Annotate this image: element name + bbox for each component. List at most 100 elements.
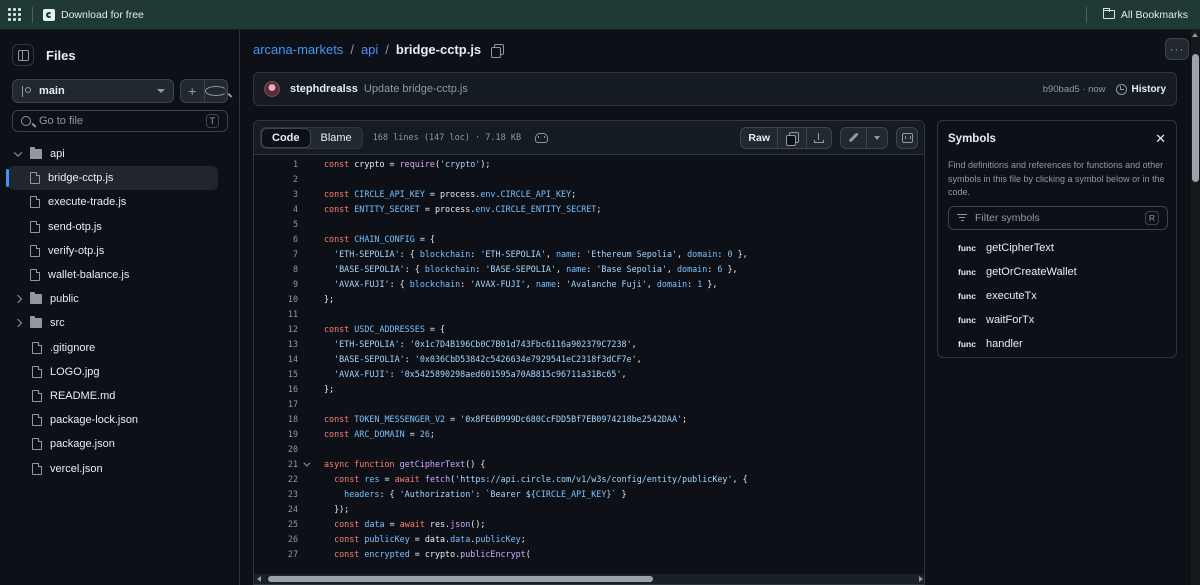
tree-file-verify-otp[interactable]: verify-otp.js: [0, 239, 240, 263]
line-number[interactable]: 12: [254, 324, 298, 334]
tree-file-logo[interactable]: LOGO.jpg: [0, 360, 240, 384]
code-line[interactable]: 10};: [254, 291, 924, 306]
tree-dir-src[interactable]: src: [0, 311, 240, 335]
page-scrollbar[interactable]: [1191, 30, 1200, 585]
tree-file-bridge-cctp[interactable]: bridge-cctp.js: [6, 166, 218, 191]
symbol-item[interactable]: func getOrCreateWallet: [958, 260, 1077, 284]
code-line[interactable]: 5: [254, 216, 924, 231]
commit-message[interactable]: Update bridge-cctp.js: [364, 83, 468, 95]
symbol-item[interactable]: func handler: [958, 332, 1077, 356]
code-line[interactable]: 25 const data = await res.json();: [254, 517, 924, 532]
line-number[interactable]: 27: [254, 549, 298, 559]
line-number[interactable]: 7: [254, 249, 298, 259]
line-number[interactable]: 11: [254, 309, 298, 319]
breadcrumb-folder-link[interactable]: api: [361, 42, 378, 57]
history-button[interactable]: History: [1115, 83, 1166, 95]
tab-blame[interactable]: Blame: [311, 128, 362, 148]
code-line[interactable]: 11: [254, 306, 924, 321]
symbol-item[interactable]: func getCipherText: [958, 236, 1077, 260]
commit-sha-time[interactable]: b90bad5 · now: [1043, 84, 1106, 95]
add-file-button[interactable]: +: [181, 80, 205, 102]
code-line[interactable]: 14 'BASE-SEPOLIA': '0x036CbD53842c542663…: [254, 351, 924, 366]
filter-symbols-input[interactable]: Filter symbols R: [948, 206, 1168, 230]
edit-button[interactable]: [841, 128, 866, 148]
code-line[interactable]: 8 'BASE-SEPOLIA': { blockchain: 'BASE-SE…: [254, 261, 924, 276]
code-line[interactable]: 22 const res = await fetch('https://api.…: [254, 472, 924, 487]
line-number[interactable]: 2: [254, 174, 298, 184]
chevron-right-icon[interactable]: [14, 320, 22, 326]
line-number[interactable]: 6: [254, 234, 298, 244]
chevron-right-icon[interactable]: [14, 296, 22, 302]
line-number[interactable]: 1: [254, 159, 298, 169]
fold-chevron-icon[interactable]: [298, 462, 312, 467]
tree-file-execute-trade[interactable]: execute-trade.js: [0, 190, 240, 214]
search-files-button[interactable]: [204, 80, 227, 102]
line-number[interactable]: 18: [254, 414, 298, 424]
tree-file-package-json[interactable]: package.json: [0, 432, 240, 456]
page-scrollbar-thumb[interactable]: [1192, 54, 1199, 182]
code-line[interactable]: 23 headers: { 'Authorization': `Bearer $…: [254, 487, 924, 502]
copy-path-icon[interactable]: [491, 44, 505, 58]
line-number[interactable]: 23: [254, 489, 298, 499]
apps-grid-icon[interactable]: [8, 7, 22, 22]
close-icon[interactable]: ✕: [1155, 131, 1166, 147]
tab-code[interactable]: Code: [261, 127, 311, 148]
code-line[interactable]: 4 const ENTITY_SECRET = process.env.CIRCL…: [254, 201, 924, 216]
code-line[interactable]: 17: [254, 397, 924, 412]
scroll-left-arrow-icon[interactable]: [257, 576, 261, 582]
line-number[interactable]: 19: [254, 429, 298, 439]
line-number[interactable]: 14: [254, 354, 298, 364]
line-number[interactable]: 17: [254, 399, 298, 409]
bookmark-download[interactable]: Download for free: [43, 8, 144, 21]
tree-file-gitignore[interactable]: .gitignore: [0, 336, 240, 360]
avatar[interactable]: [264, 81, 280, 97]
symbol-item[interactable]: func waitForTx: [958, 308, 1077, 332]
tree-file-send-otp[interactable]: send-otp.js: [0, 215, 240, 239]
line-number[interactable]: 25: [254, 519, 298, 529]
code-line[interactable]: 9 'AVAX-FUJI': { blockchain: 'AVAX-FUJI'…: [254, 276, 924, 291]
line-number[interactable]: 8: [254, 264, 298, 274]
edit-dropdown-button[interactable]: [866, 127, 887, 148]
line-number[interactable]: 22: [254, 474, 298, 484]
tree-file-wallet-balance[interactable]: wallet-balance.js: [0, 263, 240, 287]
line-number[interactable]: 16: [254, 384, 298, 394]
tree-file-readme[interactable]: README.md: [0, 384, 240, 408]
copy-raw-button[interactable]: [777, 127, 806, 148]
horizontal-scrollbar[interactable]: [254, 574, 924, 584]
raw-button[interactable]: Raw: [741, 128, 777, 148]
code-line[interactable]: 18 const TOKEN_MESSENGER_V2 = '0x8FE6B999…: [254, 412, 924, 427]
code-line[interactable]: 6 const CHAIN_CONFIG = {: [254, 231, 924, 246]
breadcrumb-repo-link[interactable]: arcana-markets: [253, 42, 343, 57]
code-line[interactable]: 1 const crypto = require('crypto');: [254, 156, 924, 171]
line-number[interactable]: 20: [254, 444, 298, 454]
chevron-down-icon[interactable]: [14, 151, 22, 157]
go-to-file-input[interactable]: Go to file T: [12, 110, 228, 132]
line-number[interactable]: 15: [254, 369, 298, 379]
download-button[interactable]: [806, 127, 831, 148]
line-number[interactable]: 9: [254, 279, 298, 289]
code-line[interactable]: 13 'ETH-SEPOLIA': '0x1c7D4B196Cb0C7B01d7…: [254, 336, 924, 351]
scroll-right-arrow-icon[interactable]: [919, 576, 923, 582]
line-number[interactable]: 24: [254, 504, 298, 514]
line-number[interactable]: 3: [254, 189, 298, 199]
line-number[interactable]: 13: [254, 339, 298, 349]
code-line[interactable]: 15 'AVAX-FUJI': '0x5425890298aed601595a7…: [254, 366, 924, 381]
code-line[interactable]: 27 const encrypted = crypto.publicEncryp…: [254, 547, 924, 562]
code-line[interactable]: 24 });: [254, 502, 924, 517]
tree-file-vercel[interactable]: vercel.json: [0, 456, 240, 480]
line-number[interactable]: 26: [254, 534, 298, 544]
line-number[interactable]: 4: [254, 204, 298, 214]
scroll-up-arrow-icon[interactable]: [1192, 33, 1198, 37]
code-line[interactable]: 12 const USDC_ADDRESSES = {: [254, 321, 924, 336]
more-options-button[interactable]: ···: [1165, 38, 1189, 60]
code-line[interactable]: 21 async function getCipherText() {: [254, 457, 924, 472]
tree-dir-api[interactable]: api: [0, 142, 240, 166]
code-line[interactable]: 7 'ETH-SEPOLIA': { blockchain: 'ETH-SEPO…: [254, 246, 924, 261]
code-line[interactable]: 3 const CIRCLE_API_KEY = process.env.CIRC…: [254, 186, 924, 201]
code-line[interactable]: 2: [254, 171, 924, 186]
copilot-icon[interactable]: [535, 132, 549, 143]
commit-author[interactable]: stephdrealss: [290, 83, 358, 95]
tree-file-package-lock[interactable]: package-lock.json: [0, 408, 240, 432]
code-line[interactable]: 19 const ARC_DOMAIN = 26;: [254, 427, 924, 442]
tree-dir-public[interactable]: public: [0, 287, 240, 311]
